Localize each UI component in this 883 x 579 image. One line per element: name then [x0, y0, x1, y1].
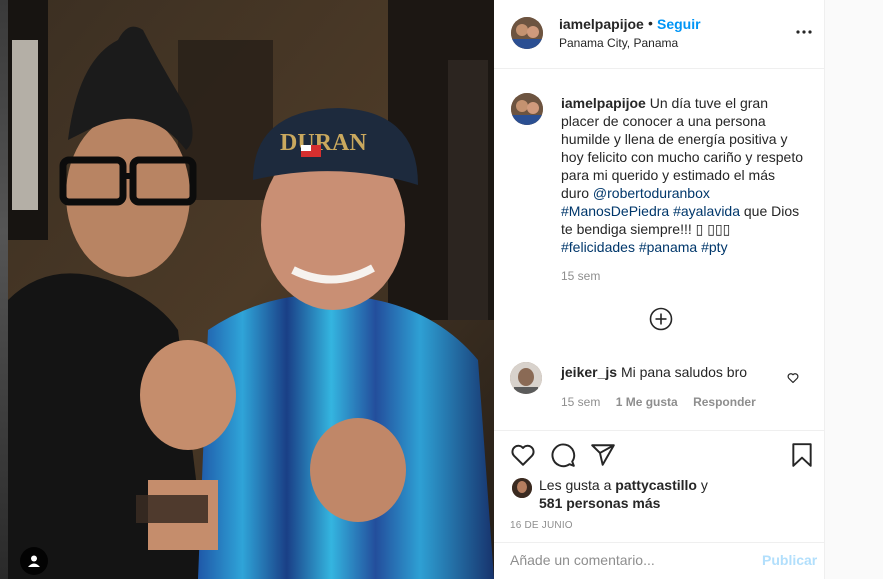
cap-text: DURAN [280, 130, 367, 156]
caption-emoji: ▯ ▯▯▯ [695, 221, 731, 237]
comment-input[interactable] [510, 552, 740, 568]
liker-avatar[interactable] [512, 478, 532, 498]
likes-count[interactable]: 581 personas más [539, 495, 660, 511]
post-caption: iamelpapijoe Un día tuve el gran placer … [561, 94, 806, 256]
page-background [826, 0, 883, 579]
caption-avatar[interactable] [511, 93, 543, 125]
post-actions: Les gusta a pattycastillo y 581 personas… [494, 430, 825, 542]
post-header: iamelpapijoe • Seguir Panama City, Panam… [494, 0, 824, 69]
load-more-comments-icon[interactable] [649, 307, 673, 331]
comment-meta: 15 sem 1 Me gusta Responder [561, 395, 768, 409]
comment-likes-count[interactable]: 1 Me gusta [616, 395, 678, 409]
post-location[interactable]: Panama City, Panama [559, 36, 678, 50]
post-details-panel: iamelpapijoe • Seguir Panama City, Panam… [494, 0, 825, 579]
save-bookmark-icon[interactable] [789, 442, 815, 468]
publish-button[interactable]: Publicar [762, 552, 817, 568]
commenter-avatar[interactable] [510, 362, 542, 394]
post-photo[interactable]: DURAN [8, 0, 494, 579]
post-date[interactable]: 16 DE JUNIO [510, 520, 573, 531]
hashtag-link[interactable]: #pty [701, 239, 727, 255]
separator-dot: • [648, 15, 653, 31]
hashtag-link[interactable]: #ManosDePiedra [561, 203, 669, 219]
liker-username[interactable]: pattycastillo [615, 477, 697, 493]
background-edge [0, 0, 8, 579]
user-tag-icon[interactable] [20, 547, 48, 575]
hashtag-link[interactable]: #panama [639, 239, 697, 255]
comment-text: Mi pana saludos bro [620, 364, 748, 380]
comment-like-heart-icon[interactable] [787, 371, 799, 387]
more-options-icon[interactable] [796, 24, 812, 43]
caption-timestamp[interactable]: 15 sem [561, 269, 600, 283]
hashtag-link[interactable]: #felicidades [561, 239, 635, 255]
add-comment-bar: Publicar [494, 542, 825, 579]
caption-username[interactable]: iamelpapijoe [561, 95, 646, 111]
avatar[interactable] [511, 17, 543, 49]
hashtag-link[interactable]: #ayalavida [673, 203, 740, 219]
comment: jeiker_js Mi pana saludos bro [561, 364, 747, 380]
comment-username[interactable]: jeiker_js [561, 364, 617, 380]
comment-timestamp[interactable]: 15 sem [561, 395, 600, 409]
likes-summary: Les gusta a pattycastillo y 581 personas… [539, 476, 708, 512]
comments-section: iamelpapijoe Un día tuve el gran placer … [494, 69, 825, 429]
mention-link[interactable]: @robertoduranbox [593, 185, 710, 201]
photo-illustration: DURAN [8, 0, 494, 579]
like-heart-icon[interactable] [510, 442, 536, 468]
post-author-username[interactable]: iamelpapijoe [559, 16, 644, 32]
share-icon[interactable] [590, 442, 616, 468]
likes-and: y [700, 477, 708, 493]
reply-button[interactable]: Responder [693, 395, 756, 409]
follow-button[interactable]: Seguir [657, 16, 701, 32]
comment-icon[interactable] [550, 442, 576, 468]
likes-prefix: Les gusta a [539, 477, 612, 493]
